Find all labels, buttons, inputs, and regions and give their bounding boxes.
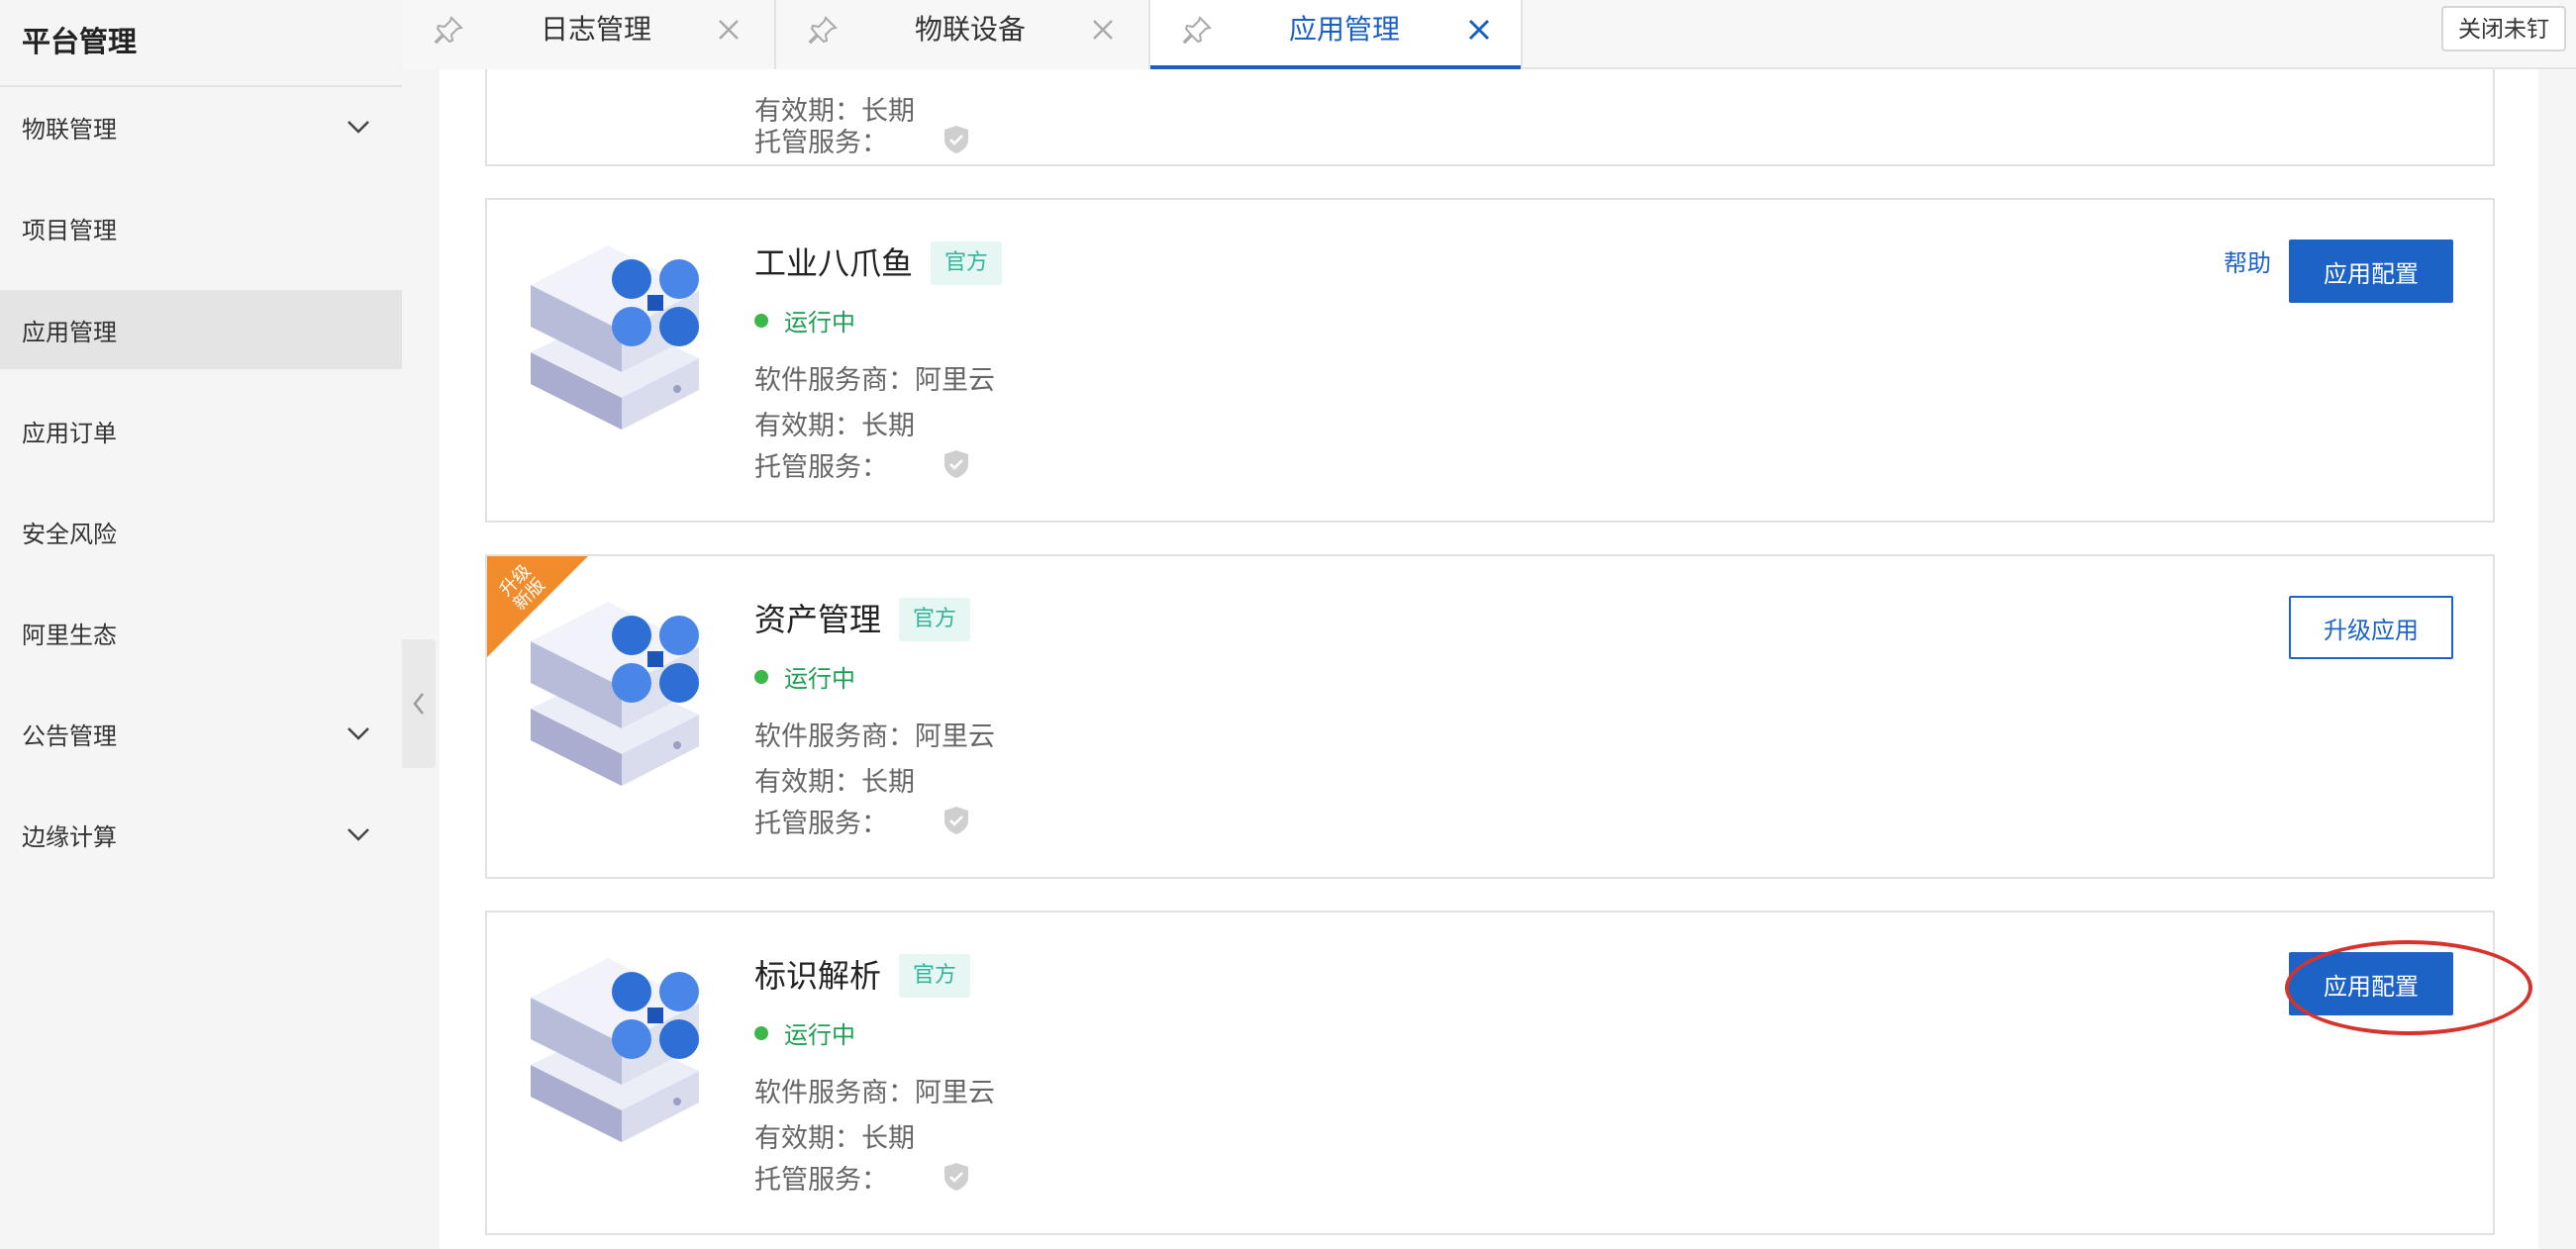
chevron-down-icon xyxy=(347,828,369,841)
tab-label: 应用管理 xyxy=(1289,13,1401,46)
sidebar-item-label: 阿里生态 xyxy=(22,621,117,649)
tabs-bar: 日志管理 物联设备 应用管理 xyxy=(402,0,2576,69)
chevron-left-icon xyxy=(413,693,424,715)
hosting-label: 托管服务： xyxy=(754,809,888,839)
sidebar-item-label: 安全风险 xyxy=(22,520,117,548)
vendor-text: 软件服务商：阿里云 xyxy=(754,365,995,396)
shield-icon xyxy=(944,1163,968,1191)
shield-icon xyxy=(944,126,968,153)
sidebar-item-label: 应用管理 xyxy=(22,318,117,346)
sidebar-item-security-risk[interactable]: 安全风险 xyxy=(0,492,402,571)
official-badge: 官方 xyxy=(899,598,971,641)
status-text: 运行中 xyxy=(784,665,855,693)
status-indicator: 运行中 xyxy=(754,659,855,694)
upgrade-app-button[interactable]: 升级应用 xyxy=(2289,596,2453,659)
help-link[interactable]: 帮助 xyxy=(2224,243,2271,278)
official-badge: 官方 xyxy=(899,954,971,998)
tab-iot-devices[interactable]: 物联设备 xyxy=(776,0,1150,69)
shield-icon xyxy=(944,807,968,834)
app-card-partial: 有效期：长期 托管服务： xyxy=(485,69,2495,166)
status-dot-icon xyxy=(754,313,768,328)
tab-label: 日志管理 xyxy=(541,13,652,46)
status-indicator: 运行中 xyxy=(754,1015,855,1050)
tab-label: 物联设备 xyxy=(915,13,1027,46)
app-card-industrial-octopus: 工业八爪鱼 官方 运行中 软件服务商：阿里云 有效期：长期 托管服务： 帮助 应… xyxy=(485,198,2495,523)
shield-icon xyxy=(944,450,968,478)
validity-text: 有效期：长期 xyxy=(754,767,915,798)
app-list-panel: 有效期：长期 托管服务： 工业八爪鱼 官方 运行中 软件服务商：阿里云 有效期：… xyxy=(440,69,2538,1249)
server-app-icon xyxy=(531,958,699,1142)
chevron-down-icon xyxy=(347,727,369,740)
close-icon[interactable] xyxy=(717,18,741,42)
sidebar-title: 平台管理 xyxy=(0,0,402,87)
sidebar-item-label: 边缘计算 xyxy=(22,822,117,851)
hosting-label: 托管服务： xyxy=(754,1165,888,1196)
app-name: 标识解析 xyxy=(754,957,882,995)
close-icon[interactable] xyxy=(1091,18,1115,42)
sidebar-item-iot-management[interactable]: 物联管理 xyxy=(0,87,402,166)
sidebar-item-label: 项目管理 xyxy=(22,216,117,244)
app-name: 工业八爪鱼 xyxy=(754,244,914,282)
validity-text: 有效期：长期 xyxy=(754,1123,915,1154)
sidebar-item-app-orders[interactable]: 应用订单 xyxy=(0,391,402,470)
status-indicator: 运行中 xyxy=(754,303,855,337)
hosting-label: 托管服务： xyxy=(754,452,888,483)
vendor-text: 软件服务商：阿里云 xyxy=(754,721,995,752)
sidebar-collapse-handle[interactable] xyxy=(402,639,436,768)
status-dot-icon xyxy=(754,1025,768,1040)
sidebar-item-edge-computing[interactable]: 边缘计算 xyxy=(0,795,402,874)
sidebar-item-label: 公告管理 xyxy=(22,721,117,750)
vendor-text: 软件服务商：阿里云 xyxy=(754,1078,995,1108)
app-name: 资产管理 xyxy=(754,601,882,638)
status-text: 运行中 xyxy=(784,309,855,336)
server-app-icon xyxy=(531,245,699,430)
sidebar-item-project-management[interactable]: 项目管理 xyxy=(0,188,402,267)
sidebar: 平台管理 物联管理 项目管理 应用管理 应用订单 安全风险 阿里生态 公告管理 … xyxy=(0,0,402,1249)
close-icon[interactable] xyxy=(1467,18,1491,42)
official-badge: 官方 xyxy=(931,241,1003,285)
app-list-scroll[interactable]: 有效期：长期 托管服务： 工业八爪鱼 官方 运行中 软件服务商：阿里云 有效期：… xyxy=(436,69,2576,1249)
status-text: 运行中 xyxy=(784,1021,855,1049)
close-unpinned-button[interactable]: 关闭未钉 xyxy=(2441,6,2566,51)
status-dot-icon xyxy=(754,669,768,684)
tab-log-management[interactable]: 日志管理 xyxy=(402,0,776,69)
sidebar-item-announcements[interactable]: 公告管理 xyxy=(0,694,402,773)
server-app-icon xyxy=(531,602,699,786)
pin-icon[interactable] xyxy=(1180,14,1214,48)
app-config-button[interactable]: 应用配置 xyxy=(2289,952,2453,1015)
pin-icon[interactable] xyxy=(806,14,840,48)
main-content: 有效期：长期 托管服务： 工业八爪鱼 官方 运行中 软件服务商：阿里云 有效期：… xyxy=(436,69,2576,1249)
sidebar-item-app-management[interactable]: 应用管理 xyxy=(0,290,402,369)
pin-icon[interactable] xyxy=(432,14,465,48)
sidebar-item-label: 应用订单 xyxy=(22,419,117,447)
app-card-asset-management: 升级 新版 资产管理 官方 运行中 软件服务商：阿里云 有效期：长期 托管服务：… xyxy=(485,554,2495,879)
hosting-label: 托管服务： xyxy=(754,128,888,158)
app-card-identifier-resolution: 标识解析 官方 运行中 软件服务商：阿里云 有效期：长期 托管服务： 应用配置 xyxy=(485,911,2532,1235)
app-config-button[interactable]: 应用配置 xyxy=(2289,240,2453,303)
chevron-down-icon xyxy=(347,121,369,134)
validity-text: 有效期：长期 xyxy=(754,411,915,441)
sidebar-item-ali-ecosystem[interactable]: 阿里生态 xyxy=(0,593,402,672)
tab-app-management[interactable]: 应用管理 xyxy=(1150,0,1523,69)
sidebar-item-label: 物联管理 xyxy=(22,115,117,144)
app-root: 平台管理 物联管理 项目管理 应用管理 应用订单 安全风险 阿里生态 公告管理 … xyxy=(0,0,2576,1249)
